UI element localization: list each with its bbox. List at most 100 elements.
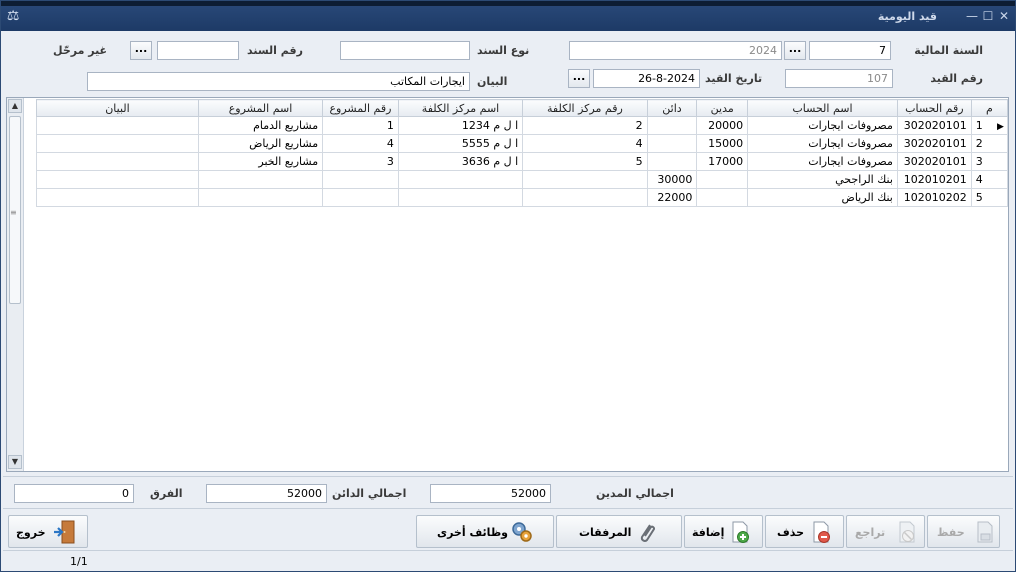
col-debit-cell[interactable]: 17000 xyxy=(696,152,749,171)
table-row[interactable]: 1 302020101 مصروفات ايجارات 20000 2 ا ل م 123… xyxy=(36,116,1009,135)
col-credit-cell[interactable]: 30000 xyxy=(646,170,698,189)
col-account-number-cell[interactable]: 102010201 xyxy=(896,170,972,189)
col-description-cell[interactable] xyxy=(36,188,199,207)
col-cost-center-name-cell[interactable]: ا ل م 3636 xyxy=(397,152,524,171)
scroll-up-icon[interactable]: ▲ xyxy=(8,99,22,113)
col-cost-center-number-header[interactable]: رقم مركز الكلفة xyxy=(522,99,648,117)
journal-lines-grid: ▲ ≡ ▼ ▶ م رقم الحساب اسم الحساب مدين دائن رقم… xyxy=(6,97,1009,472)
attachments-label: المرفقات xyxy=(579,526,632,539)
title-strip xyxy=(1,1,1015,6)
col-row-number-cell[interactable]: 3 xyxy=(970,152,1009,171)
col-cost-center-number-cell[interactable]: 5 xyxy=(522,152,648,171)
col-debit-cell[interactable]: 15000 xyxy=(696,134,749,153)
col-debit-cell[interactable]: 20000 xyxy=(696,116,749,135)
voucher-type-input[interactable] xyxy=(340,41,470,60)
entry-no-input[interactable]: 107 xyxy=(785,69,893,88)
table-row[interactable]: 5 102010202 بنك الرياض 22000 xyxy=(36,188,1009,207)
col-account-number-header[interactable]: رقم الحساب xyxy=(896,99,972,117)
exit-button[interactable]: خروج xyxy=(8,515,88,548)
add-button[interactable]: إضافة xyxy=(684,515,763,548)
col-project-number-cell[interactable] xyxy=(322,170,399,189)
fiscal-year-lookup-button[interactable]: ... xyxy=(784,41,806,60)
col-description-cell[interactable] xyxy=(36,134,199,153)
col-cost-center-name-cell[interactable] xyxy=(397,170,524,189)
other-functions-button[interactable]: وظائف أخرى xyxy=(416,515,554,548)
entry-date-picker-button[interactable]: ... xyxy=(568,69,590,88)
col-project-name-header[interactable]: اسم المشروع xyxy=(197,99,324,117)
col-description-header[interactable]: البيان xyxy=(36,99,199,117)
col-cost-center-name-cell[interactable]: ا ل م 1234 xyxy=(397,116,524,135)
difference-field: 0 xyxy=(14,484,134,503)
col-project-name-cell[interactable] xyxy=(197,188,324,207)
col-project-name-cell[interactable] xyxy=(197,170,324,189)
save-button[interactable]: حفظ xyxy=(927,515,1000,548)
col-project-name-cell[interactable]: مشاريع الخبر xyxy=(197,152,324,171)
col-account-number-cell[interactable]: 302020101 xyxy=(896,116,972,135)
record-position: 1/1 xyxy=(70,555,88,568)
col-account-number-cell[interactable]: 302020101 xyxy=(896,152,972,171)
col-credit-cell[interactable]: 22000 xyxy=(646,188,698,207)
minimize-icon[interactable]: — xyxy=(965,9,979,23)
col-cost-center-name-cell[interactable] xyxy=(397,188,524,207)
col-credit-cell[interactable] xyxy=(646,116,698,135)
close-icon[interactable]: ✕ xyxy=(997,9,1011,23)
scroll-down-icon[interactable]: ▼ xyxy=(8,455,22,469)
col-cost-center-number-cell[interactable]: 2 xyxy=(522,116,648,135)
scroll-grip-icon: ≡ xyxy=(10,208,17,217)
col-debit-cell[interactable] xyxy=(696,170,749,189)
col-credit-cell[interactable] xyxy=(646,134,698,153)
action-toolbar: حفظ تراجع حذف إضافة المرفقات وظائف أخرى … xyxy=(3,510,1013,550)
col-account-number-cell[interactable]: 102010202 xyxy=(896,188,972,207)
col-row-number-cell[interactable]: 4 xyxy=(970,170,1009,189)
attachments-button[interactable]: المرفقات xyxy=(556,515,682,548)
col-credit-cell[interactable] xyxy=(646,152,698,171)
col-account-name-cell[interactable]: بنك الراجحي xyxy=(747,170,898,189)
col-description-cell[interactable] xyxy=(36,152,199,171)
description-input[interactable]: ايجارات المكاتب xyxy=(87,72,470,91)
col-debit-header[interactable]: مدين xyxy=(696,99,749,117)
col-account-name-cell[interactable]: مصروفات ايجارات xyxy=(747,134,898,153)
voucher-no-lookup-button[interactable]: ... xyxy=(130,41,152,60)
voucher-no-input[interactable] xyxy=(157,41,239,60)
col-account-name-cell[interactable]: مصروفات ايجارات xyxy=(747,116,898,135)
maximize-icon[interactable]: ☐ xyxy=(981,9,995,23)
difference-label: الفرق xyxy=(150,487,183,500)
col-account-name-cell[interactable]: مصروفات ايجارات xyxy=(747,152,898,171)
col-account-name-cell[interactable]: بنك الرياض xyxy=(747,188,898,207)
delete-button[interactable]: حذف xyxy=(765,515,844,548)
fiscal-year-input[interactable]: 7 xyxy=(809,41,891,60)
col-cost-center-number-cell[interactable]: 4 xyxy=(522,134,648,153)
col-cost-center-name-cell[interactable]: ا ل م 5555 xyxy=(397,134,524,153)
col-project-name-cell[interactable]: مشاريع الرياض xyxy=(197,134,324,153)
col-project-number-cell[interactable]: 4 xyxy=(322,134,399,153)
table-row[interactable]: 4 102010201 بنك الراجحي 30000 xyxy=(36,170,1009,189)
exit-label: خروج xyxy=(16,526,46,539)
vertical-scrollbar[interactable]: ▲ ≡ ▼ xyxy=(7,98,24,471)
col-project-number-cell[interactable] xyxy=(322,188,399,207)
entry-date-input[interactable]: 26-8-2024 xyxy=(593,69,700,88)
col-row-number-cell[interactable]: 2 xyxy=(970,134,1009,153)
col-cost-center-number-cell[interactable] xyxy=(522,188,648,207)
col-credit-header[interactable]: دائن xyxy=(646,99,698,117)
col-row-number-cell[interactable]: 5 xyxy=(970,188,1009,207)
col-project-name-cell[interactable]: مشاريع الدمام xyxy=(197,116,324,135)
col-project-number-cell[interactable]: 3 xyxy=(322,152,399,171)
col-account-name-header[interactable]: اسم الحساب xyxy=(747,99,898,117)
col-account-number-cell[interactable]: 302020101 xyxy=(896,134,972,153)
delete-icon xyxy=(813,521,830,543)
col-project-number-cell[interactable]: 1 xyxy=(322,116,399,135)
col-row-number-cell[interactable]: 1 xyxy=(970,116,1009,135)
col-debit-cell[interactable] xyxy=(696,188,749,207)
table-row[interactable]: 2 302020101 مصروفات ايجارات 15000 4 ا ل م 555… xyxy=(36,134,1009,153)
undo-button[interactable]: تراجع xyxy=(846,515,925,548)
col-description-cell[interactable] xyxy=(36,116,199,135)
entry-date-label: تاريخ القيد xyxy=(705,72,763,85)
col-cost-center-name-header[interactable]: اسم مركز الكلفة xyxy=(397,99,524,117)
col-project-number-header[interactable]: رقم المشروع xyxy=(322,99,399,117)
col-description-cell[interactable] xyxy=(36,170,199,189)
add-label: إضافة xyxy=(692,526,725,539)
add-icon xyxy=(732,521,749,543)
col-row-number-header[interactable]: م xyxy=(970,99,1009,117)
table-row[interactable]: 3 302020101 مصروفات ايجارات 17000 5 ا ل م 363… xyxy=(36,152,1009,171)
col-cost-center-number-cell[interactable] xyxy=(522,170,648,189)
